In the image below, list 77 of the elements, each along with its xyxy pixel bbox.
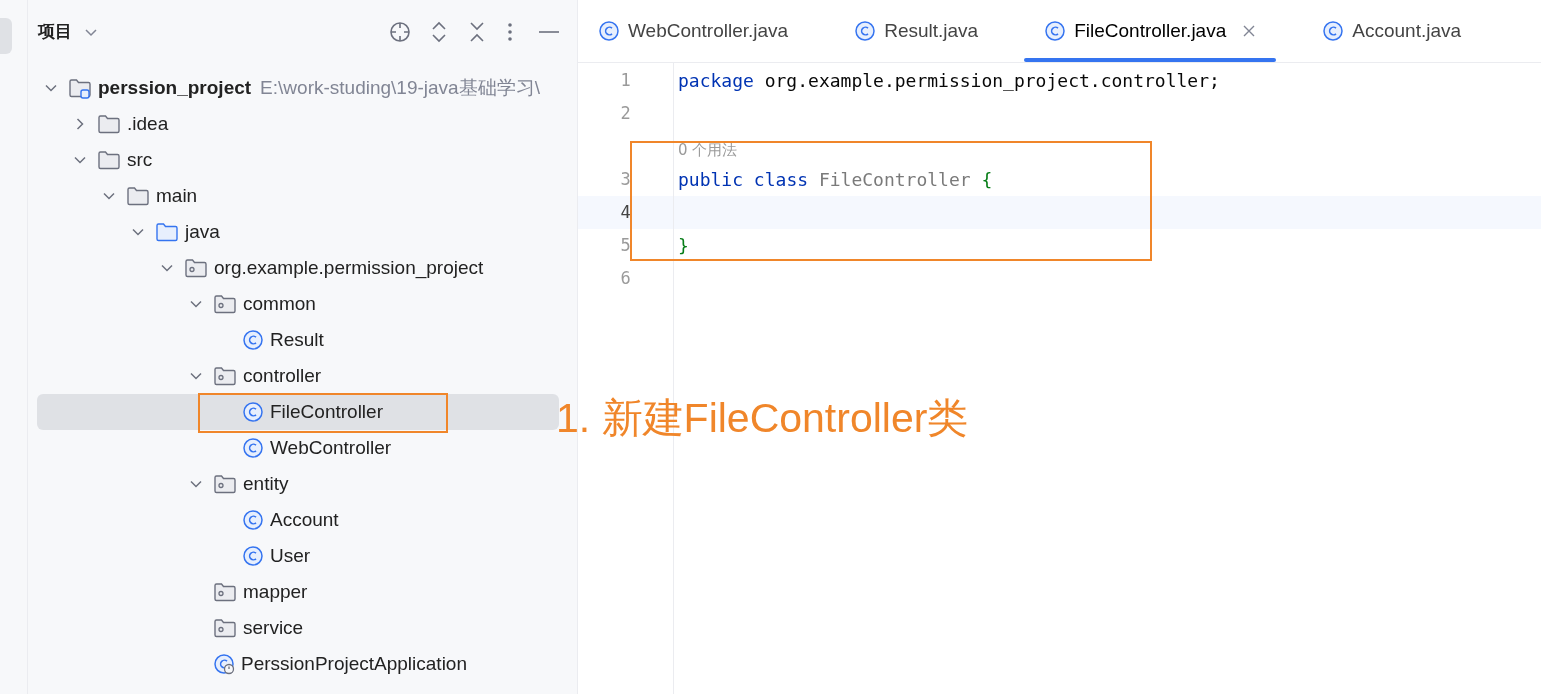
folder-icon <box>126 185 150 207</box>
class-icon <box>242 437 264 459</box>
tree-item[interactable]: src <box>37 142 559 178</box>
item-label: src <box>127 147 153 172</box>
editor-tab[interactable]: Account.java <box>1302 0 1482 62</box>
item-label: common <box>243 291 316 316</box>
app-class-icon <box>213 653 235 675</box>
folder-icon <box>97 113 121 135</box>
tree-item[interactable]: org.example.permission_project <box>37 250 559 286</box>
package-icon <box>213 581 237 603</box>
package-icon <box>213 293 237 315</box>
code-line: } <box>678 234 689 258</box>
folder-icon <box>155 221 179 243</box>
class-icon <box>242 329 264 351</box>
item-label: service <box>243 615 304 640</box>
item-label: controller <box>243 363 322 388</box>
collapse-icon[interactable] <box>467 21 487 43</box>
item-label: org.example.permission_project <box>214 255 484 281</box>
line-number: 1 <box>620 68 631 92</box>
tree-item[interactable]: mapper <box>37 574 559 610</box>
line-number: 4 <box>620 200 631 224</box>
folder-icon <box>97 149 121 171</box>
class-icon <box>598 20 620 42</box>
line-number: 2 <box>620 101 631 125</box>
tree-item[interactable]: .idea <box>37 106 559 142</box>
editor-tab[interactable]: FileController.java <box>1024 0 1277 62</box>
tree-item[interactable]: User <box>37 538 559 574</box>
annotation-text: 1. 新建FileController类 <box>556 398 969 439</box>
class-icon <box>242 545 264 567</box>
code-line: public class FileController { <box>678 168 993 192</box>
project-path: E:\work-studing\19-java基础学习\ <box>260 75 540 100</box>
class-icon <box>242 401 264 423</box>
tree-item[interactable]: java <box>37 214 559 250</box>
panel-title[interactable]: 项目 <box>38 19 72 45</box>
class-icon <box>1044 20 1067 42</box>
module-icon <box>68 77 92 99</box>
tree-item[interactable]: Account <box>37 502 559 538</box>
line-number: 6 <box>620 266 631 290</box>
locate-icon[interactable] <box>389 21 411 43</box>
minimize-icon[interactable] <box>539 30 559 34</box>
tree-item[interactable]: perssion_project E:\work-studing\19-java基础学习\ <box>37 70 559 106</box>
item-label: entity <box>243 471 289 496</box>
package-icon <box>213 473 237 495</box>
package-icon <box>213 617 237 639</box>
editor-tab[interactable]: WebController.java <box>578 0 809 62</box>
item-label: FileController <box>270 399 383 424</box>
item-label: java <box>185 219 220 244</box>
close-icon[interactable] <box>1242 24 1257 38</box>
package-icon <box>184 257 208 279</box>
tree-item[interactable]: main <box>37 178 559 214</box>
expand-icon[interactable] <box>429 21 449 43</box>
item-label: Account <box>270 507 339 532</box>
item-label: PerssionProjectApplication <box>241 651 467 676</box>
line-number: 3 <box>620 167 631 191</box>
code-line: package org.example.permission_project.controller; <box>678 69 1220 93</box>
tree-item[interactable]: service <box>37 610 559 646</box>
item-label: perssion_project <box>98 75 252 100</box>
tree-item[interactable]: FileController <box>37 394 559 430</box>
tree-item[interactable]: entity <box>37 466 559 502</box>
line-number: 5 <box>620 233 631 257</box>
tree-item[interactable]: PerssionProjectApplication <box>37 646 559 682</box>
class-icon <box>1322 20 1345 42</box>
more-icon[interactable] <box>507 22 513 42</box>
class-icon <box>242 509 264 531</box>
item-label: .idea <box>127 111 169 136</box>
item-label: User <box>270 543 311 568</box>
package-icon <box>213 365 237 387</box>
editor-tab[interactable]: Result.java <box>834 0 999 62</box>
tree-item[interactable]: controller <box>37 358 559 394</box>
item-label: main <box>156 183 198 208</box>
item-label: WebController <box>270 435 392 460</box>
class-icon <box>854 20 877 42</box>
item-label: Result <box>270 327 324 352</box>
tree-item[interactable]: Result <box>37 322 559 358</box>
tree-item[interactable]: common <box>37 286 559 322</box>
item-label: mapper <box>243 579 308 604</box>
tree-item[interactable]: WebController <box>37 430 559 466</box>
